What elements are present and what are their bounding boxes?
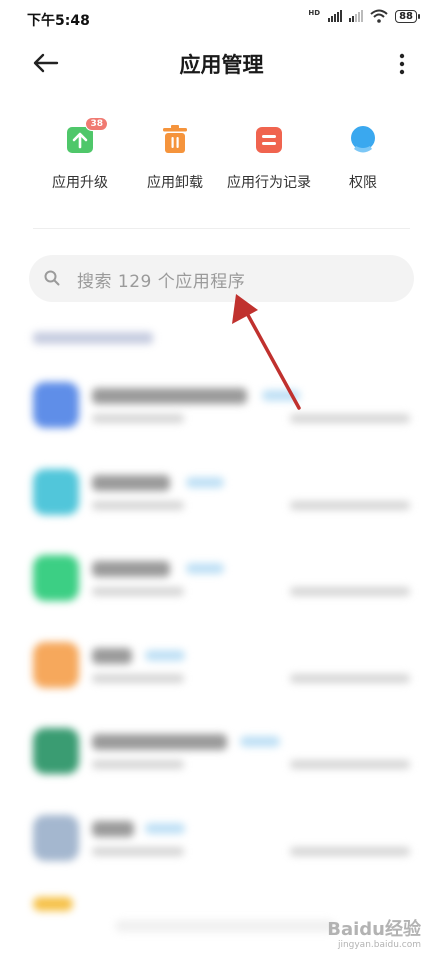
app-tag — [262, 390, 300, 401]
app-size — [92, 847, 184, 856]
search-icon — [44, 270, 60, 286]
signal-weak-icon — [349, 10, 364, 22]
list-item[interactable] — [0, 813, 443, 893]
list-item[interactable] — [0, 726, 443, 806]
wifi-icon — [370, 9, 388, 23]
status-time: 下午5:48 — [27, 13, 90, 29]
app-icon — [33, 897, 73, 911]
app-list — [0, 320, 443, 960]
app-icon — [33, 382, 79, 428]
quick-actions: 38 应用升级 应用卸载 应用行为记录 权限 — [0, 117, 443, 200]
app-name — [92, 734, 227, 750]
app-upgrade-label: 应用升级 — [52, 175, 108, 191]
app-behavior-record-button[interactable]: 应用行为记录 — [222, 120, 316, 192]
app-tag — [145, 650, 185, 661]
shield-person-icon — [351, 126, 375, 153]
permissions-icon-wrap — [343, 120, 383, 160]
app-tag — [145, 823, 185, 834]
app-tag — [186, 563, 224, 574]
divider — [33, 228, 410, 229]
header: 应用管理 — [0, 40, 443, 90]
hd-label: HD — [308, 9, 321, 17]
battery-icon: 88 — [395, 9, 420, 23]
bottom-nav-hint — [115, 920, 335, 932]
signal-strong-icon — [328, 10, 343, 22]
trash-icon — [163, 125, 187, 153]
app-name — [92, 561, 170, 577]
app-icon — [33, 728, 79, 774]
app-behavior-record-label: 应用行为记录 — [227, 175, 311, 191]
app-size — [92, 760, 184, 769]
app-uninstall-label: 应用卸载 — [147, 175, 203, 191]
app-icon — [33, 642, 79, 688]
list-item[interactable] — [0, 380, 443, 460]
list-item[interactable] — [0, 640, 443, 720]
app-name — [92, 821, 134, 837]
app-date — [290, 501, 410, 510]
watermark: Baidu经验 jingyan.baidu.com — [327, 919, 421, 951]
search-placeholder: 搜索 129 个应用程序 — [77, 272, 246, 292]
record-icon — [256, 127, 282, 153]
record-icon-wrap — [249, 120, 289, 160]
app-date — [290, 760, 410, 769]
app-tag — [186, 477, 224, 488]
app-date — [290, 847, 410, 856]
app-uninstall-button[interactable]: 应用卸载 — [140, 120, 210, 192]
list-item[interactable] — [0, 467, 443, 547]
upgrade-icon-wrap: 38 — [60, 117, 108, 160]
app-tag — [240, 736, 280, 747]
status-icons: HD 88 — [308, 9, 420, 23]
permissions-button[interactable]: 权限 — [333, 120, 393, 192]
app-name — [92, 475, 170, 491]
app-icon — [33, 469, 79, 515]
search-input[interactable]: 搜索 129 个应用程序 — [29, 255, 414, 302]
app-name — [92, 388, 247, 404]
app-size — [92, 674, 184, 683]
app-date — [290, 587, 410, 596]
app-size — [92, 501, 184, 510]
list-item[interactable] — [0, 553, 443, 633]
app-date — [290, 414, 410, 423]
app-size — [92, 587, 184, 596]
app-icon — [33, 815, 79, 861]
app-size — [92, 414, 184, 423]
status-bar: 下午5:48 HD 88 — [0, 0, 443, 36]
update-count-badge: 38 — [85, 117, 108, 131]
watermark-url: jingyan.baidu.com — [337, 940, 421, 950]
more-button[interactable] — [399, 52, 405, 76]
page-title: 应用管理 — [179, 53, 264, 77]
watermark-logo: Baidu经验 — [327, 919, 421, 940]
app-name — [92, 648, 132, 664]
more-vertical-icon — [399, 53, 405, 75]
uninstall-icon-wrap — [155, 120, 195, 160]
app-upgrade-button[interactable]: 38 应用升级 — [45, 117, 115, 192]
permissions-label: 权限 — [349, 175, 377, 191]
app-date — [290, 674, 410, 683]
sort-dropdown[interactable] — [33, 332, 153, 344]
app-icon — [33, 555, 79, 601]
